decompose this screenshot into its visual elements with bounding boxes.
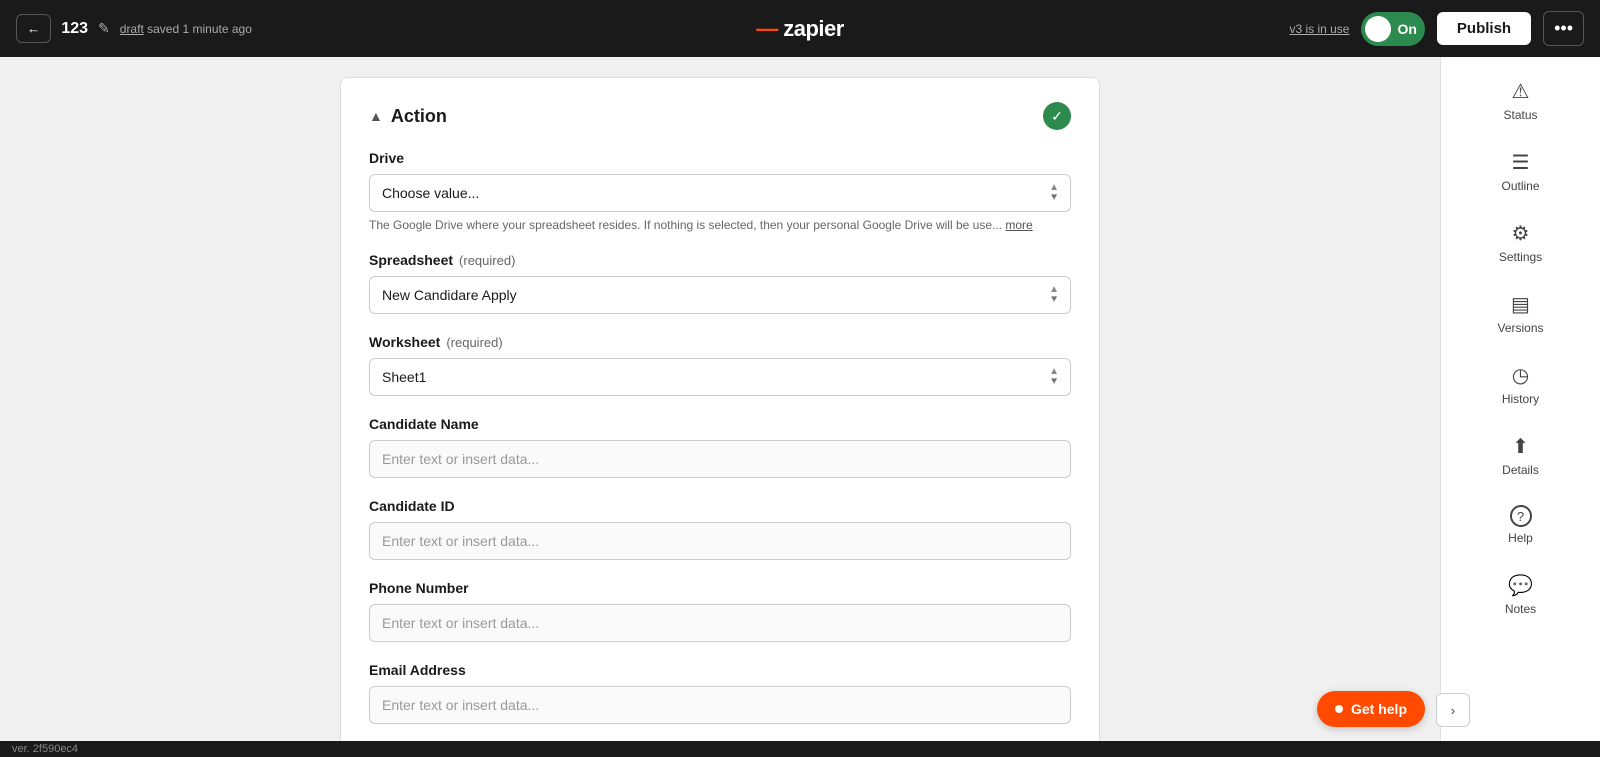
sidebar-label-notes: Notes [1505, 602, 1536, 616]
details-icon: ⬆ [1512, 434, 1529, 459]
sidebar-item-versions[interactable]: ▤ Versions [1441, 278, 1600, 349]
versions-icon: ▤ [1511, 292, 1530, 317]
header-right: v3 is in use On Publish ••• [1289, 11, 1584, 46]
drive-field-group: Drive Choose value... ▲ ▼ The Google Dri… [369, 150, 1071, 232]
header-logo: — zapier [756, 16, 844, 42]
saved-info: saved 1 minute ago [147, 22, 252, 36]
candidate-name-field-group: Candidate Name [369, 416, 1071, 478]
worksheet-field-group: Worksheet (required) Sheet1 ▲ ▼ [369, 334, 1071, 396]
worksheet-select[interactable]: Sheet1 [369, 358, 1071, 396]
sidebar-label-details: Details [1502, 463, 1539, 477]
right-sidebar: ⚠ Status ☰ Outline ⚙ Settings ▤ Versions… [1440, 57, 1600, 741]
logo-dash-icon: — [756, 16, 778, 42]
phone-number-label: Phone Number [369, 580, 1071, 596]
back-button[interactable]: ← [16, 14, 51, 43]
sidebar-item-notes[interactable]: 💬 Notes [1441, 559, 1600, 630]
chevron-right-icon: › [1451, 703, 1455, 718]
sidebar-item-help[interactable]: ? Help [1441, 491, 1600, 559]
candidate-name-label: Candidate Name [369, 416, 1071, 432]
footer-version: ver. 2f590ec4 [12, 743, 78, 755]
phone-number-input[interactable] [369, 604, 1071, 642]
outline-icon: ☰ [1512, 150, 1530, 175]
action-header: ▲ Action ✓ [369, 102, 1071, 130]
sidebar-label-history: History [1502, 392, 1539, 406]
back-icon: ← [27, 21, 40, 36]
worksheet-required-tag: (required) [446, 335, 502, 350]
drive-select-wrapper: Choose value... ▲ ▼ [369, 174, 1071, 212]
zap-name: 123 [61, 20, 88, 38]
sidebar-item-history[interactable]: ◷ History [1441, 349, 1600, 420]
publish-button[interactable]: Publish [1437, 12, 1531, 45]
notes-icon: 💬 [1508, 573, 1533, 598]
toggle-dot [1365, 16, 1391, 42]
candidate-id-field-group: Candidate ID [369, 498, 1071, 560]
main-layout: ▲ Action ✓ Drive Choose value... ▲ ▼ [0, 57, 1600, 741]
version-link[interactable]: v3 is in use [1289, 22, 1349, 36]
action-complete-icon: ✓ [1043, 102, 1071, 130]
draft-info: draft saved 1 minute ago [120, 22, 252, 36]
sidebar-item-details[interactable]: ⬆ Details [1441, 420, 1600, 491]
spreadsheet-field-group: Spreadsheet (required) New Candidare App… [369, 252, 1071, 314]
candidate-id-input[interactable] [369, 522, 1071, 560]
email-address-field-group: Email Address [369, 662, 1071, 724]
more-options-button[interactable]: ••• [1543, 11, 1584, 46]
sidebar-label-help: Help [1508, 531, 1533, 545]
header-left: ← 123 ✎ draft saved 1 minute ago [16, 14, 252, 43]
sidebar-label-settings: Settings [1499, 250, 1542, 264]
collapse-button[interactable]: ▲ [369, 108, 383, 124]
phone-number-field-group: Phone Number [369, 580, 1071, 642]
sidebar-label-outline: Outline [1501, 179, 1539, 193]
sidebar-label-versions: Versions [1497, 321, 1543, 335]
sidebar-expand-button[interactable]: › [1436, 693, 1470, 727]
toggle-label: On [1397, 21, 1416, 37]
canvas-area: ▲ Action ✓ Drive Choose value... ▲ ▼ [0, 57, 1440, 741]
action-form-panel: ▲ Action ✓ Drive Choose value... ▲ ▼ [340, 77, 1100, 741]
spreadsheet-required-tag: (required) [459, 253, 515, 268]
drive-hint-more-link[interactable]: more [1005, 218, 1032, 232]
status-icon: ⚠ [1512, 79, 1530, 104]
toggle-button[interactable]: On [1361, 12, 1424, 46]
settings-icon: ⚙ [1512, 221, 1530, 246]
spreadsheet-label: Spreadsheet (required) [369, 252, 1071, 268]
spreadsheet-select[interactable]: New Candidare Apply [369, 276, 1071, 314]
worksheet-label: Worksheet (required) [369, 334, 1071, 350]
email-address-label: Email Address [369, 662, 1071, 678]
spreadsheet-select-wrapper: New Candidare Apply ▲ ▼ [369, 276, 1071, 314]
action-title-row: ▲ Action [369, 106, 447, 127]
email-address-input[interactable] [369, 686, 1071, 724]
history-icon: ◷ [1512, 363, 1529, 388]
get-help-button[interactable]: Get help [1317, 691, 1425, 727]
sidebar-item-outline[interactable]: ☰ Outline [1441, 136, 1600, 207]
drive-hint: The Google Drive where your spreadsheet … [369, 218, 1071, 232]
sidebar-label-status: Status [1503, 108, 1537, 122]
get-help-label: Get help [1351, 701, 1407, 717]
footer: ver. 2f590ec4 [0, 741, 1600, 757]
sidebar-item-settings[interactable]: ⚙ Settings [1441, 207, 1600, 278]
logo-text: zapier [783, 16, 844, 42]
action-title: Action [391, 106, 447, 127]
edit-icon[interactable]: ✎ [98, 20, 110, 37]
draft-link[interactable]: draft [120, 22, 144, 36]
help-icon: ? [1510, 505, 1532, 527]
header: ← 123 ✎ draft saved 1 minute ago — zapie… [0, 0, 1600, 57]
candidate-id-label: Candidate ID [369, 498, 1071, 514]
sidebar-item-status[interactable]: ⚠ Status [1441, 65, 1600, 136]
get-help-dot-icon [1335, 705, 1343, 713]
candidate-name-input[interactable] [369, 440, 1071, 478]
drive-label: Drive [369, 150, 1071, 166]
version-info: v3 is in use [1289, 22, 1349, 36]
worksheet-select-wrapper: Sheet1 ▲ ▼ [369, 358, 1071, 396]
drive-select[interactable]: Choose value... [369, 174, 1071, 212]
